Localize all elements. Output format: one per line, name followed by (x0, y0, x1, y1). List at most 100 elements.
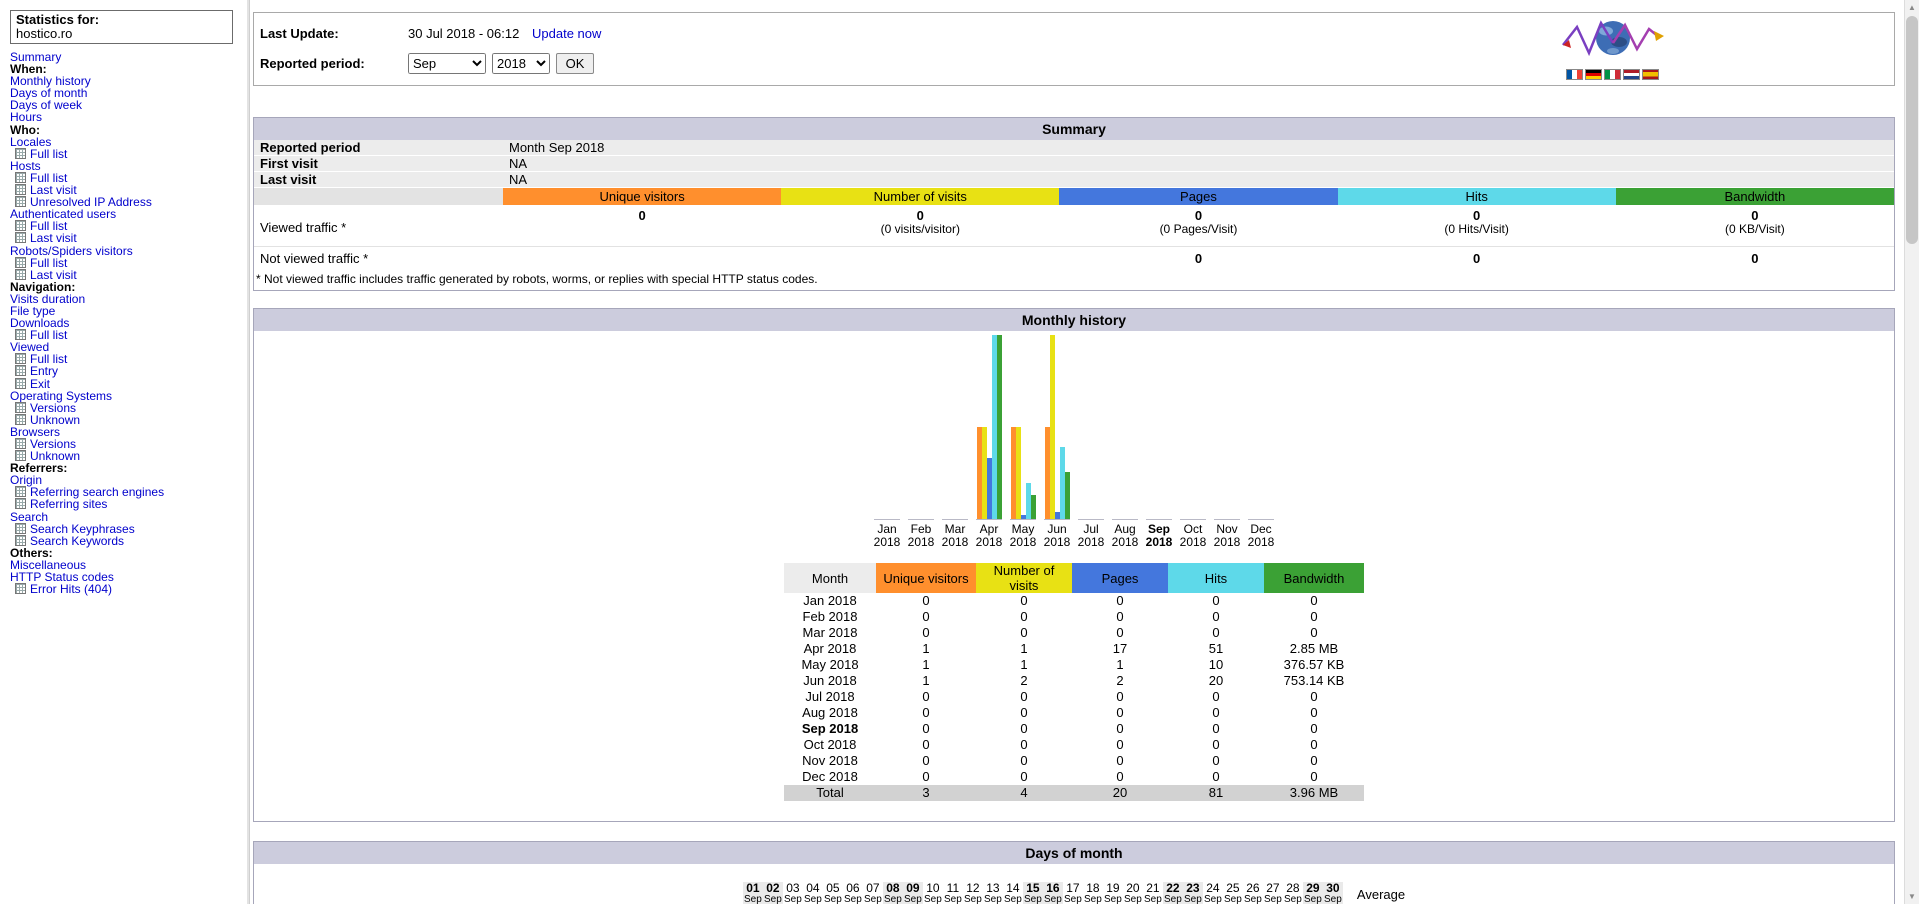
pages-cell: 0 (1072, 705, 1168, 721)
footnote-row: * Not viewed traffic includes traffic ge… (254, 269, 1894, 290)
sidebar-link-error-hits-404[interactable]: Error Hits (404) (30, 582, 112, 596)
day-label-12: 12Sep (963, 882, 983, 904)
table-row: Nov 201800000 (784, 753, 1364, 769)
table-row: Jun 201812220753.14 KB (784, 673, 1364, 689)
summary-info-row: Last visit NA (254, 172, 1894, 188)
bandwidth-cell: 0 (1264, 689, 1364, 705)
list-icon (15, 450, 26, 461)
month-axis-label: Feb2018 (908, 523, 935, 549)
day-month: Sep (843, 895, 863, 904)
month-cell: May 2018 (784, 657, 876, 673)
hits-cell: 0 (1168, 689, 1264, 705)
unique-visitors-cell: 1 (876, 641, 976, 657)
day-label-21: 21Sep (1143, 882, 1163, 904)
day-label-11: 11Sep (943, 882, 963, 904)
pages-cell: 0 (1072, 609, 1168, 625)
update-now-link[interactable]: Update now (532, 26, 601, 41)
month-axis-label: Jun2018 (1044, 523, 1071, 549)
list-icon (15, 196, 26, 207)
not-viewed-hits: 0 (1338, 247, 1616, 270)
day-label-26: 26Sep (1243, 882, 1263, 904)
sidebar-menu: SummaryWhen:Monthly historyDays of month… (10, 51, 247, 595)
scrollbar-thumb[interactable] (1906, 16, 1918, 244)
not-viewed-pages: 0 (1059, 247, 1337, 270)
day-month: Sep (1003, 895, 1023, 904)
chart-month-sep-2018: Sep2018 (1142, 335, 1176, 549)
day-month: Sep (1283, 895, 1303, 904)
monthly-history-chart: Jan2018Feb2018Mar2018Apr2018May2018Jun20… (254, 335, 1894, 549)
day-label-17: 17Sep (1063, 882, 1083, 904)
month-axis-label: Dec2018 (1248, 523, 1275, 549)
not-viewed-empty-cell (503, 247, 1059, 270)
day-month: Sep (923, 895, 943, 904)
hits-cell: 0 (1168, 753, 1264, 769)
column-header-month: Month (784, 563, 876, 593)
summary-title: Summary (254, 118, 1894, 140)
pages-cell: 0 (1072, 769, 1168, 785)
day-label-05: 05Sep (823, 882, 843, 904)
flag-spain-icon[interactable] (1642, 69, 1659, 80)
table-row: May 201811110376.57 KB (784, 657, 1364, 673)
flag-netherlands-icon[interactable] (1623, 69, 1640, 80)
bar-group (1112, 335, 1138, 520)
first-visit-field-value: NA (503, 156, 1894, 172)
vertical-scrollbar[interactable]: ▲ ▼ (1904, 0, 1919, 904)
scroll-up-arrow[interactable]: ▲ (1905, 0, 1919, 15)
year-select[interactable]: 2018 (492, 53, 550, 74)
statistics-for-label: Statistics for: (16, 13, 227, 27)
column-header-number-of-visits: Number of visits (781, 188, 1059, 206)
pages-cell: 1 (1072, 657, 1168, 673)
ok-button[interactable]: OK (556, 53, 594, 74)
month-axis-label: Apr2018 (976, 523, 1003, 549)
month-cell: Nov 2018 (784, 753, 876, 769)
month-select[interactable]: Sep (408, 53, 486, 74)
number-of-visits-cell: 0 (976, 769, 1072, 785)
flag-germany-icon[interactable] (1585, 69, 1602, 80)
column-header-unique-visitors: Unique visitors (503, 188, 781, 206)
day-month: Sep (1303, 895, 1323, 904)
table-row: Dec 201800000 (784, 769, 1364, 785)
list-icon (15, 365, 26, 376)
chart-month-jan-2018: Jan2018 (870, 335, 904, 549)
month-axis-label: Sep2018 (1146, 523, 1173, 549)
not-viewed-traffic-label: Not viewed traffic * (254, 247, 503, 270)
day-label-20: 20Sep (1123, 882, 1143, 904)
bar-group (1044, 335, 1070, 520)
month-axis-label: Jan2018 (874, 523, 901, 549)
flag-france-icon[interactable] (1566, 69, 1583, 80)
scroll-down-arrow[interactable]: ▼ (1905, 889, 1919, 904)
list-icon (15, 172, 26, 183)
bandwidth-cell: 0 (1264, 753, 1364, 769)
days-of-month-axis: 01Sep02Sep03Sep04Sep05Sep06Sep07Sep08Sep… (254, 882, 1894, 904)
bar-number-of-visits (1016, 427, 1021, 519)
day-label-07: 07Sep (863, 882, 883, 904)
list-icon (15, 486, 26, 497)
list-icon (15, 269, 26, 280)
list-icon (15, 583, 26, 594)
flag-italy-icon[interactable] (1604, 69, 1621, 80)
hits-cell: 0 (1168, 625, 1264, 641)
hits-cell: 0 (1168, 593, 1264, 609)
days-of-month-title: Days of month (254, 842, 1894, 864)
day-month: Sep (1163, 895, 1183, 904)
month-axis-label: Jul2018 (1078, 523, 1105, 549)
total-value-cell: 4 (976, 785, 1072, 801)
sidebar-link-robots-spiders-visitors[interactable]: Robots/Spiders visitors (10, 244, 133, 258)
not-viewed-footnote: * Not viewed traffic includes traffic ge… (254, 269, 1894, 290)
month-cell: Sep 2018 (784, 721, 876, 737)
month-axis-label: Nov2018 (1214, 523, 1241, 549)
day-month: Sep (1243, 895, 1263, 904)
day-month: Sep (863, 895, 883, 904)
day-month: Sep (1223, 895, 1243, 904)
bandwidth-cell: 0 (1264, 721, 1364, 737)
month-cell: Feb 2018 (784, 609, 876, 625)
day-label-02: 02Sep (763, 882, 783, 904)
number-of-visits-cell: 1 (976, 657, 1072, 673)
viewed-hits: 0(0 Hits/Visit) (1338, 205, 1616, 247)
bar-number-of-visits (1050, 335, 1055, 519)
number-of-visits-cell: 0 (976, 753, 1072, 769)
day-label-03: 03Sep (783, 882, 803, 904)
summary-section: Summary Reported period Month Sep 2018 F… (253, 117, 1895, 291)
day-label-13: 13Sep (983, 882, 1003, 904)
unique-visitors-cell: 0 (876, 737, 976, 753)
